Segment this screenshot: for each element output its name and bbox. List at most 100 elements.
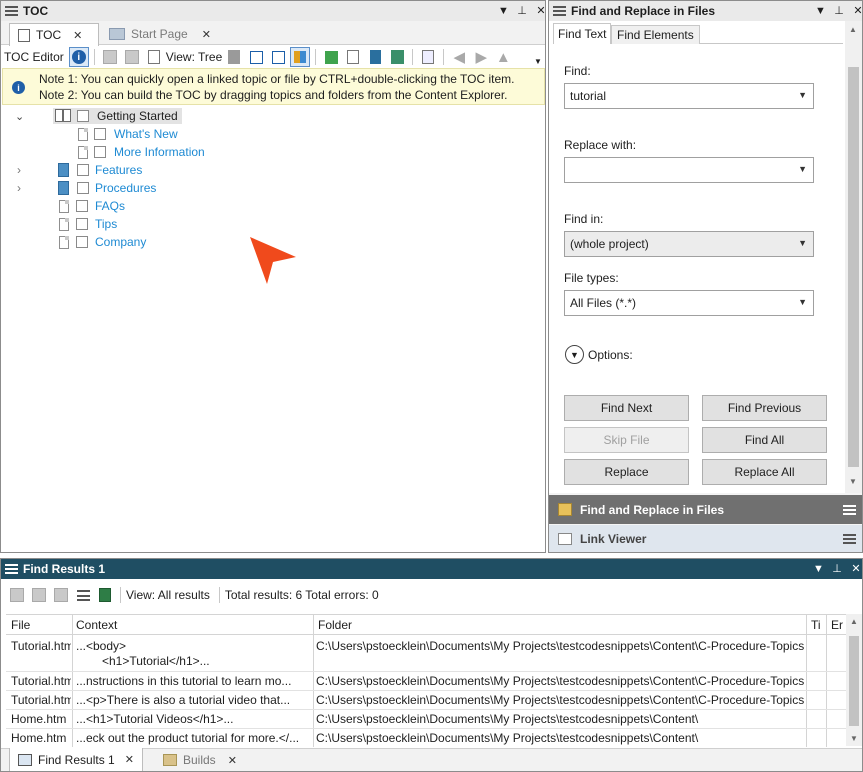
- tree-item-getting-started[interactable]: ⌄ Getting Started: [15, 107, 182, 125]
- previous-result-icon[interactable]: [29, 585, 49, 605]
- replace-input[interactable]: ▼: [564, 157, 814, 183]
- tab-builds[interactable]: Builds ✕: [157, 749, 243, 771]
- scroll-thumb[interactable]: [848, 67, 859, 467]
- panel-find-replace-collapsed[interactable]: Find and Replace in Files: [549, 495, 862, 524]
- find-input[interactable]: tutorial ▼: [564, 83, 814, 109]
- export-excel-icon[interactable]: [95, 585, 115, 605]
- copy-icon[interactable]: [100, 47, 120, 67]
- arrow-up-icon[interactable]: ▲: [493, 47, 513, 67]
- checkbox[interactable]: [77, 182, 89, 194]
- panel-link-viewer[interactable]: Link Viewer: [549, 525, 862, 552]
- scroll-down-icon[interactable]: ▼: [849, 477, 857, 486]
- tree-item-whats-new[interactable]: What's New: [78, 125, 178, 143]
- close-icon[interactable]: ✕: [202, 28, 211, 41]
- tab-start-page[interactable]: Start Page ✕: [101, 23, 219, 45]
- checkbox[interactable]: [77, 110, 89, 122]
- tree-item-procedures[interactable]: › Procedures: [17, 179, 156, 197]
- scroll-up-icon[interactable]: ▲: [849, 25, 857, 34]
- column-context[interactable]: Context: [76, 618, 117, 632]
- tree-item-faqs[interactable]: FAQs: [59, 197, 125, 215]
- checkbox[interactable]: [76, 236, 88, 248]
- paste-icon[interactable]: [122, 47, 142, 67]
- builds-icon: [163, 754, 177, 766]
- view-results-label[interactable]: View: All results: [126, 588, 210, 602]
- arrow-left-icon[interactable]: ◀: [449, 47, 469, 67]
- clear-results-icon[interactable]: [73, 585, 93, 605]
- find-in-select[interactable]: (whole project) ▼: [564, 231, 814, 257]
- checkbox[interactable]: [94, 128, 106, 140]
- tab-find-results-1[interactable]: Find Results 1 ✕: [9, 748, 143, 771]
- pin-icon[interactable]: ⊥: [834, 4, 844, 18]
- close-icon[interactable]: ✕: [851, 562, 861, 576]
- dropdown-icon[interactable]: ▼: [498, 4, 509, 18]
- checkbox[interactable]: [76, 218, 88, 230]
- checkbox[interactable]: [76, 200, 88, 212]
- menu-icon[interactable]: [553, 6, 566, 16]
- checkbox[interactable]: [77, 164, 89, 176]
- pin-icon[interactable]: ⊥: [517, 4, 527, 18]
- chevron-down-icon[interactable]: ⌄: [15, 110, 29, 123]
- open-file-icon[interactable]: [7, 585, 27, 605]
- preview-icon[interactable]: [418, 47, 438, 67]
- file-types-select[interactable]: All Files (*.*) ▼: [564, 290, 814, 316]
- tab-find-text[interactable]: Find Text: [553, 23, 612, 44]
- close-icon[interactable]: ✕: [536, 4, 545, 18]
- tree-item-tips[interactable]: Tips: [59, 215, 117, 233]
- column-file[interactable]: File: [11, 618, 30, 632]
- tab-find-elements[interactable]: Find Elements: [611, 25, 700, 44]
- info-button[interactable]: i: [68, 47, 89, 67]
- chevron-down-icon[interactable]: ▼: [798, 238, 807, 248]
- new-item-icon[interactable]: [343, 47, 363, 67]
- menu-icon[interactable]: [843, 505, 856, 515]
- results-scrollbar[interactable]: ▲ ▼: [846, 614, 862, 746]
- close-icon[interactable]: ✕: [228, 754, 237, 767]
- tree-item-company[interactable]: Company: [59, 233, 146, 251]
- menu-icon[interactable]: [5, 564, 18, 574]
- column-title[interactable]: Ti: [811, 618, 821, 632]
- replace-button[interactable]: Replace: [564, 459, 689, 485]
- menu-icon[interactable]: [843, 534, 856, 544]
- tab-toc[interactable]: TOC ✕: [9, 23, 99, 46]
- toolbar-overflow-icon[interactable]: ▼: [534, 57, 542, 66]
- view-tree-icon[interactable]: [144, 47, 164, 67]
- pin-icon[interactable]: ⊥: [832, 562, 842, 576]
- find-previous-button[interactable]: Find Previous: [702, 395, 827, 421]
- view-tree-label[interactable]: View: Tree: [166, 50, 222, 64]
- chevron-down-icon[interactable]: ▼: [798, 90, 807, 100]
- grid-view-icon[interactable]: [290, 47, 311, 67]
- tree-item-features[interactable]: › Features: [17, 161, 142, 179]
- cell-folder: C:\Users\pstoecklein\Documents\My Projec…: [316, 639, 804, 653]
- next-result-icon[interactable]: [51, 585, 71, 605]
- add-item-icon[interactable]: [321, 47, 341, 67]
- new-book-icon[interactable]: [365, 47, 385, 67]
- scroll-up-icon[interactable]: ▲: [850, 617, 858, 626]
- chevron-down-icon[interactable]: ▼: [798, 297, 807, 307]
- tree-item-more-information[interactable]: More Information: [78, 143, 205, 161]
- expand-icon[interactable]: [246, 47, 266, 67]
- import-icon[interactable]: [387, 47, 407, 67]
- column-errors[interactable]: Er: [831, 618, 843, 632]
- arrow-right-icon[interactable]: ▶: [471, 47, 491, 67]
- dropdown-icon[interactable]: ▼: [813, 562, 824, 576]
- close-icon[interactable]: ✕: [853, 4, 862, 18]
- chevron-right-icon[interactable]: ›: [17, 163, 31, 177]
- find-next-button[interactable]: Find Next: [564, 395, 689, 421]
- dropdown-icon[interactable]: ▼: [815, 4, 826, 18]
- find-all-button[interactable]: Find All: [702, 427, 827, 453]
- scroll-down-icon[interactable]: ▼: [850, 734, 858, 743]
- scroll-thumb[interactable]: [849, 636, 859, 726]
- skip-file-button[interactable]: Skip File: [564, 427, 689, 453]
- properties-icon[interactable]: [224, 47, 244, 67]
- replace-all-button[interactable]: Replace All: [702, 459, 827, 485]
- menu-icon[interactable]: [5, 6, 18, 16]
- column-folder[interactable]: Folder: [318, 618, 352, 632]
- close-icon[interactable]: ✕: [125, 753, 134, 766]
- close-icon[interactable]: ✕: [73, 29, 82, 42]
- collapse-icon[interactable]: [268, 47, 288, 67]
- checkbox[interactable]: [94, 146, 106, 158]
- page-icon: [59, 235, 69, 249]
- find-replace-scrollbar[interactable]: ▲ ▼: [845, 21, 862, 493]
- chevron-right-icon[interactable]: ›: [17, 181, 31, 195]
- options-toggle[interactable]: ▼ Options:: [565, 345, 633, 364]
- chevron-down-icon[interactable]: ▼: [798, 164, 807, 174]
